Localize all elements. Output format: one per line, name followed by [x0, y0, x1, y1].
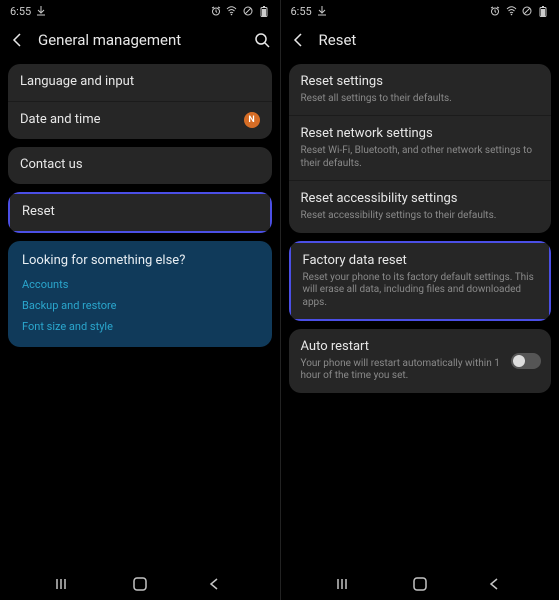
wifi-icon	[505, 5, 517, 17]
section: Factory data reset Reset your phone to i…	[289, 241, 552, 321]
battery-icon	[258, 5, 270, 17]
auto-restart-toggle[interactable]	[511, 353, 541, 369]
download-icon	[35, 5, 47, 17]
nav-recents-icon[interactable]	[335, 573, 357, 595]
search-icon[interactable]	[252, 30, 272, 50]
item-factory-data-reset[interactable]: Factory data reset Reset your phone to i…	[289, 241, 552, 321]
section: Reset	[8, 192, 272, 233]
item-sub: Reset your phone to its factory default …	[303, 272, 538, 310]
alarm-icon	[489, 5, 501, 17]
nav-bar	[0, 568, 280, 600]
nav-bar	[281, 568, 559, 600]
item-title: Auto restart	[301, 339, 502, 356]
download-icon	[316, 5, 328, 17]
item-sub: Your phone will restart automatically wi…	[301, 358, 502, 383]
section: Reset settings Reset all settings to the…	[289, 64, 552, 233]
item-date-and-time[interactable]: Date and time N	[8, 101, 272, 139]
status-bar: 6:55	[0, 0, 280, 22]
section: Contact us	[8, 147, 272, 184]
item-language-and-input[interactable]: Language and input	[8, 64, 272, 101]
status-time: 6:55	[291, 5, 312, 18]
item-title: Reset accessibility settings	[301, 191, 540, 208]
wifi-icon	[226, 5, 238, 17]
battery-icon	[537, 5, 549, 17]
screen-general-management: 6:55 General management Language and inp…	[0, 0, 280, 600]
item-title: Reset	[22, 204, 258, 221]
item-title: Language and input	[20, 74, 260, 91]
item-reset[interactable]: Reset	[8, 192, 272, 233]
item-sub: Reset accessibility settings to their de…	[301, 210, 540, 223]
item-title: Contact us	[20, 157, 260, 174]
nav-back-icon[interactable]	[203, 573, 225, 595]
item-contact-us[interactable]: Contact us	[8, 147, 272, 184]
header: Reset	[281, 22, 559, 58]
link-backup-and-restore[interactable]: Backup and restore	[22, 299, 258, 312]
nav-recents-icon[interactable]	[54, 573, 76, 595]
item-title: Reset network settings	[301, 126, 540, 143]
item-reset-settings[interactable]: Reset settings Reset all settings to the…	[289, 64, 552, 115]
item-title: Factory data reset	[303, 253, 538, 270]
alarm-icon	[210, 5, 222, 17]
item-sub: Reset Wi-Fi, Bluetooth, and other networ…	[301, 145, 540, 170]
status-time: 6:55	[10, 5, 31, 18]
screen-reset: 6:55 Reset Reset settings Reset all sett…	[280, 0, 559, 600]
page-title: General management	[38, 31, 242, 49]
nav-home-icon[interactable]	[409, 573, 431, 595]
link-font-size-and-style[interactable]: Font size and style	[22, 320, 258, 333]
item-reset-network-settings[interactable]: Reset network settings Reset Wi-Fi, Blue…	[289, 115, 552, 180]
back-icon[interactable]	[289, 30, 309, 50]
item-title: Reset settings	[301, 74, 540, 91]
page-title: Reset	[319, 31, 552, 49]
notification-badge: N	[244, 112, 260, 128]
item-auto-restart[interactable]: Auto restart Your phone will restart aut…	[289, 329, 552, 393]
link-accounts[interactable]: Accounts	[22, 278, 258, 291]
header: General management	[0, 22, 280, 58]
status-bar: 6:55	[281, 0, 559, 22]
section: Language and input Date and time N	[8, 64, 272, 139]
looking-for-card: Looking for something else? Accounts Bac…	[8, 241, 272, 347]
section: Auto restart Your phone will restart aut…	[289, 329, 552, 393]
no-signal-icon	[242, 5, 254, 17]
item-title: Date and time	[20, 112, 260, 129]
nav-home-icon[interactable]	[129, 573, 151, 595]
nav-back-icon[interactable]	[483, 573, 505, 595]
footer-title: Looking for something else?	[22, 253, 258, 268]
item-sub: Reset all settings to their defaults.	[301, 93, 540, 106]
no-signal-icon	[521, 5, 533, 17]
back-icon[interactable]	[8, 30, 28, 50]
item-reset-accessibility-settings[interactable]: Reset accessibility settings Reset acces…	[289, 180, 552, 232]
